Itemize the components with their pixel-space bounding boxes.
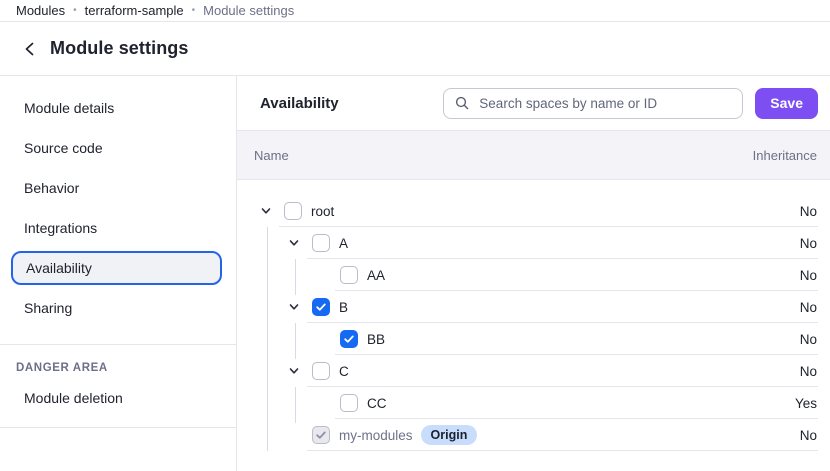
inheritance-value: No <box>800 300 830 315</box>
page-header: Module settings <box>0 22 830 76</box>
breadcrumb-separator: • <box>73 5 77 16</box>
table-row: AA No <box>237 259 830 291</box>
sidebar-item-module-deletion[interactable]: Module deletion <box>0 378 236 418</box>
sidebar-item-sharing[interactable]: Sharing <box>0 288 236 328</box>
tree-guide-line <box>295 323 296 359</box>
inheritance-value: No <box>800 268 830 283</box>
space-checkbox[interactable] <box>312 298 330 316</box>
sidebar-divider-bottom <box>0 427 236 428</box>
arrow-left-icon <box>21 40 39 58</box>
origin-badge: Origin <box>421 425 478 445</box>
space-name: B <box>339 300 348 315</box>
chevron-toggle[interactable] <box>287 364 301 378</box>
availability-panel: Availability Save Name Inheritance root N… <box>237 76 830 471</box>
sidebar-item-module-details[interactable]: Module details <box>0 88 236 128</box>
chevron-toggle[interactable] <box>287 300 301 314</box>
table-row: B No <box>237 291 830 323</box>
sidebar-item-integrations[interactable]: Integrations <box>0 208 236 248</box>
page-title: Module settings <box>50 38 189 59</box>
inheritance-value: Yes <box>795 396 830 411</box>
search-input[interactable] <box>479 96 732 111</box>
danger-area-label: DANGER AREA <box>0 345 236 378</box>
breadcrumb-item[interactable]: Modules <box>16 3 65 18</box>
availability-header: Availability Save <box>237 76 830 131</box>
sidebar-item-behavior[interactable]: Behavior <box>0 168 236 208</box>
table-row: C No <box>237 355 830 387</box>
sidebar-item-source-code[interactable]: Source code <box>0 128 236 168</box>
inheritance-value: No <box>800 236 830 251</box>
table-row: root No <box>237 195 830 227</box>
table-row: A No <box>237 227 830 259</box>
table-row: my-modules Origin No <box>237 419 830 451</box>
chevron-down-icon <box>288 237 300 249</box>
search-icon <box>454 95 470 111</box>
search-box[interactable] <box>443 88 743 119</box>
inheritance-value: No <box>800 364 830 379</box>
row-divider <box>307 450 818 451</box>
check-icon <box>315 429 327 441</box>
chevron-toggle[interactable] <box>259 204 273 218</box>
tree-guide-line <box>267 227 268 451</box>
space-name: my-modules <box>339 428 413 443</box>
inheritance-value: No <box>800 204 830 219</box>
back-button[interactable] <box>18 37 42 61</box>
chevron-down-icon <box>260 205 272 217</box>
chevron-toggle[interactable] <box>287 236 301 250</box>
space-checkbox[interactable] <box>340 330 358 348</box>
space-name: BB <box>367 332 385 347</box>
breadcrumb-separator: • <box>192 5 196 16</box>
settings-sidebar: Module detailsSource codeBehaviorIntegra… <box>0 76 237 471</box>
table-row: BB No <box>237 323 830 355</box>
space-checkbox[interactable] <box>312 362 330 380</box>
space-name: A <box>339 236 348 251</box>
space-name: CC <box>367 396 387 411</box>
space-checkbox <box>312 426 330 444</box>
space-checkbox[interactable] <box>284 202 302 220</box>
inheritance-value: No <box>800 428 830 443</box>
check-icon <box>315 301 327 313</box>
sidebar-item-availability[interactable]: Availability <box>11 251 222 285</box>
check-icon <box>343 333 355 345</box>
space-checkbox[interactable] <box>340 266 358 284</box>
space-tree: root No A No AA No B No BB No C No CC Yes my-modules Or… <box>237 180 830 471</box>
section-title: Availability <box>260 95 339 112</box>
save-button[interactable]: Save <box>755 88 818 119</box>
breadcrumb-item[interactable]: Module settings <box>203 3 294 18</box>
inheritance-value: No <box>800 332 830 347</box>
table-header: Name Inheritance <box>237 131 830 180</box>
tree-guide-line <box>295 259 296 295</box>
space-checkbox[interactable] <box>312 234 330 252</box>
space-name: root <box>311 204 334 219</box>
column-header-name: Name <box>237 148 289 163</box>
breadcrumb-item[interactable]: terraform-sample <box>85 3 184 18</box>
chevron-down-icon <box>288 365 300 377</box>
breadcrumb: Modules • terraform-sample • Module settings <box>0 0 830 22</box>
space-name: C <box>339 364 349 379</box>
space-name: AA <box>367 268 385 283</box>
space-checkbox[interactable] <box>340 394 358 412</box>
chevron-down-icon <box>288 301 300 313</box>
column-header-inheritance: Inheritance <box>753 148 830 163</box>
tree-guide-line <box>295 387 296 423</box>
table-row: CC Yes <box>237 387 830 419</box>
